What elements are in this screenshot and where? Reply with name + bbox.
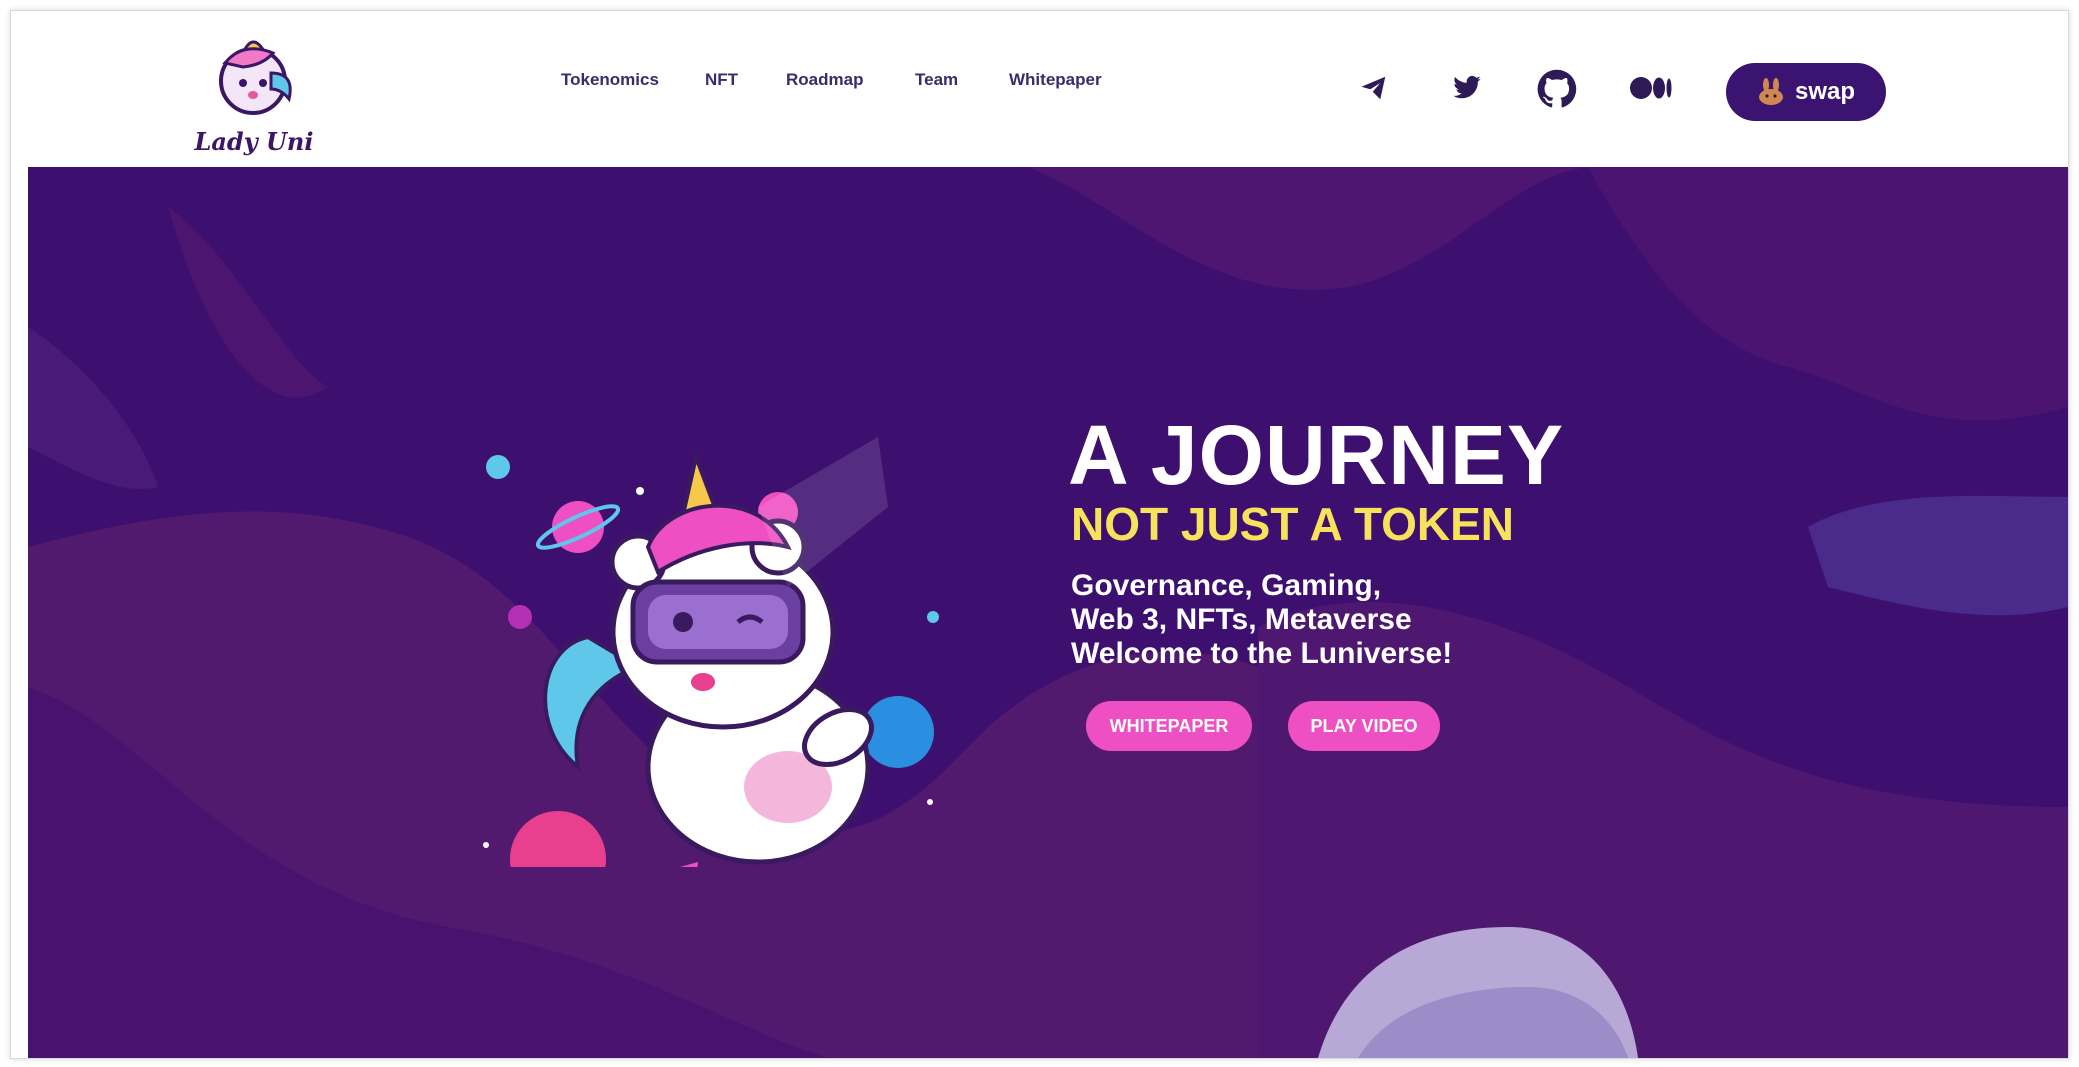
hero-description-line: Welcome to the Luniverse! bbox=[1071, 637, 1453, 670]
hero-description-line: Web 3, NFTs, Metaverse bbox=[1071, 603, 1412, 636]
telegram-icon[interactable] bbox=[1359, 73, 1389, 108]
github-icon[interactable] bbox=[1535, 67, 1579, 116]
browser-frame: Lady Uni Tokenomics NFT Roadmap Team Whi… bbox=[10, 10, 2069, 1059]
hero-description: Governance, Gaming, Web 3, NFTs, Metaver… bbox=[1071, 569, 1452, 671]
whitepaper-button[interactable]: WHITEPAPER bbox=[1086, 701, 1252, 751]
hero-section: A JOURNEY NOT JUST A TOKEN Governance, G… bbox=[28, 167, 2068, 1058]
pancake-bunny-icon bbox=[1758, 78, 1783, 105]
nav-roadmap[interactable]: Roadmap bbox=[786, 70, 863, 90]
nav-team[interactable]: Team bbox=[915, 70, 958, 90]
play-video-button[interactable]: PLAY VIDEO bbox=[1288, 701, 1440, 751]
swap-label: swap bbox=[1794, 78, 1856, 105]
nav-whitepaper[interactable]: Whitepaper bbox=[1009, 70, 1102, 90]
nav-tokenomics[interactable]: Tokenomics bbox=[561, 70, 659, 90]
brand-name: Lady Uni bbox=[194, 127, 314, 156]
hero-description-line: Governance, Gaming, bbox=[1071, 569, 1382, 602]
site-header: Lady Uni Tokenomics NFT Roadmap Team Whi… bbox=[11, 11, 2068, 167]
twitter-icon[interactable] bbox=[1451, 73, 1483, 108]
swap-button[interactable]: swap bbox=[1726, 63, 1886, 121]
hero-subheadline: NOT JUST A TOKEN bbox=[1071, 498, 1514, 550]
hero-headline: A JOURNEY bbox=[1068, 408, 1564, 502]
nav-nft[interactable]: NFT bbox=[705, 70, 738, 90]
unicorn-astronaut-illustration bbox=[483, 437, 939, 867]
logo[interactable]: Lady Uni bbox=[189, 23, 319, 163]
hero-background bbox=[28, 167, 2068, 1058]
medium-icon[interactable] bbox=[1629, 75, 1673, 106]
unicorn-logo-icon bbox=[219, 40, 292, 115]
